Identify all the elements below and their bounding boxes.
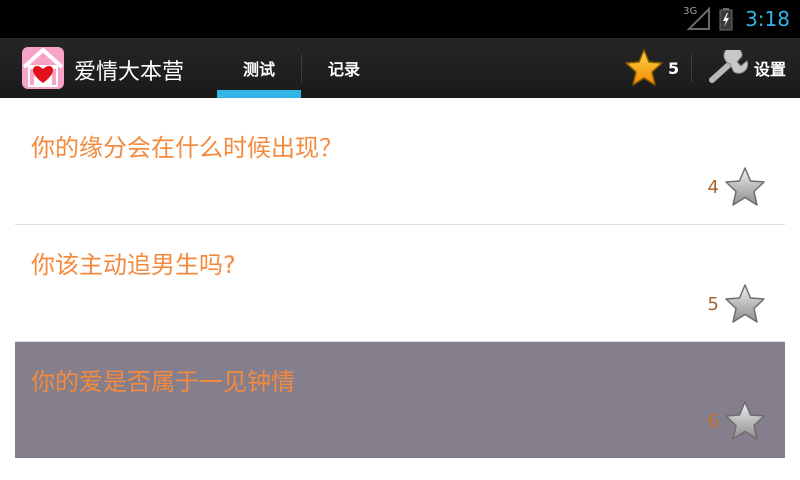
star-icon[interactable]: [723, 166, 767, 208]
signal-icon: 3G: [683, 6, 711, 31]
star-button[interactable]: 5: [620, 38, 686, 98]
star-icon: [625, 49, 663, 86]
status-clock: 3:18: [745, 7, 790, 31]
star-icon[interactable]: [723, 400, 767, 442]
item-title: 你的缘分会在什么时候出现？: [31, 134, 343, 162]
status-bar: 3G 3:18: [0, 0, 800, 38]
item-count: 4: [707, 176, 719, 198]
item-meta: 5: [708, 283, 767, 325]
battery-icon: [719, 7, 733, 31]
list-item-selected[interactable]: 你的爱是否属于一见钟情 6: [15, 342, 785, 459]
item-count: 6: [707, 410, 719, 432]
tab-test[interactable]: 测试: [217, 38, 301, 98]
list-item[interactable]: 你的缘分会在什么时候出现？ 4: [15, 108, 785, 225]
item-count: 5: [707, 293, 719, 315]
network-type: 3G: [683, 6, 698, 17]
item-meta: 4: [708, 166, 767, 208]
item-title: 你的爱是否属于一见钟情: [31, 368, 295, 396]
app-title: 爱情大本营: [74, 60, 185, 85]
status-icons: 3G 3:18: [683, 0, 790, 38]
item-title: 你该主动追男生吗?: [31, 251, 236, 279]
tab-indicator: [217, 90, 301, 98]
star-count: 5: [668, 58, 680, 78]
tab-record[interactable]: 记录: [302, 38, 386, 98]
wrench-icon: [709, 50, 749, 83]
heart-house-icon[interactable]: [20, 45, 66, 91]
action-bar: 爱情大本营 测试 记录 5 设置: [0, 38, 800, 98]
star-icon[interactable]: [723, 283, 767, 325]
item-meta: 6: [708, 400, 767, 442]
list-item[interactable]: 你该主动追男生吗? 5: [15, 225, 785, 342]
tab-label: 测试: [242, 60, 275, 79]
settings-label: 设置: [754, 60, 787, 79]
action-divider: [691, 54, 692, 82]
quiz-list: 你的缘分会在什么时候出现？ 4 你该主动追男生吗? 5 你的爱是否属于一见钟情 …: [15, 108, 785, 459]
tab-label: 记录: [327, 60, 360, 79]
settings-button[interactable]: 设置: [700, 38, 800, 98]
